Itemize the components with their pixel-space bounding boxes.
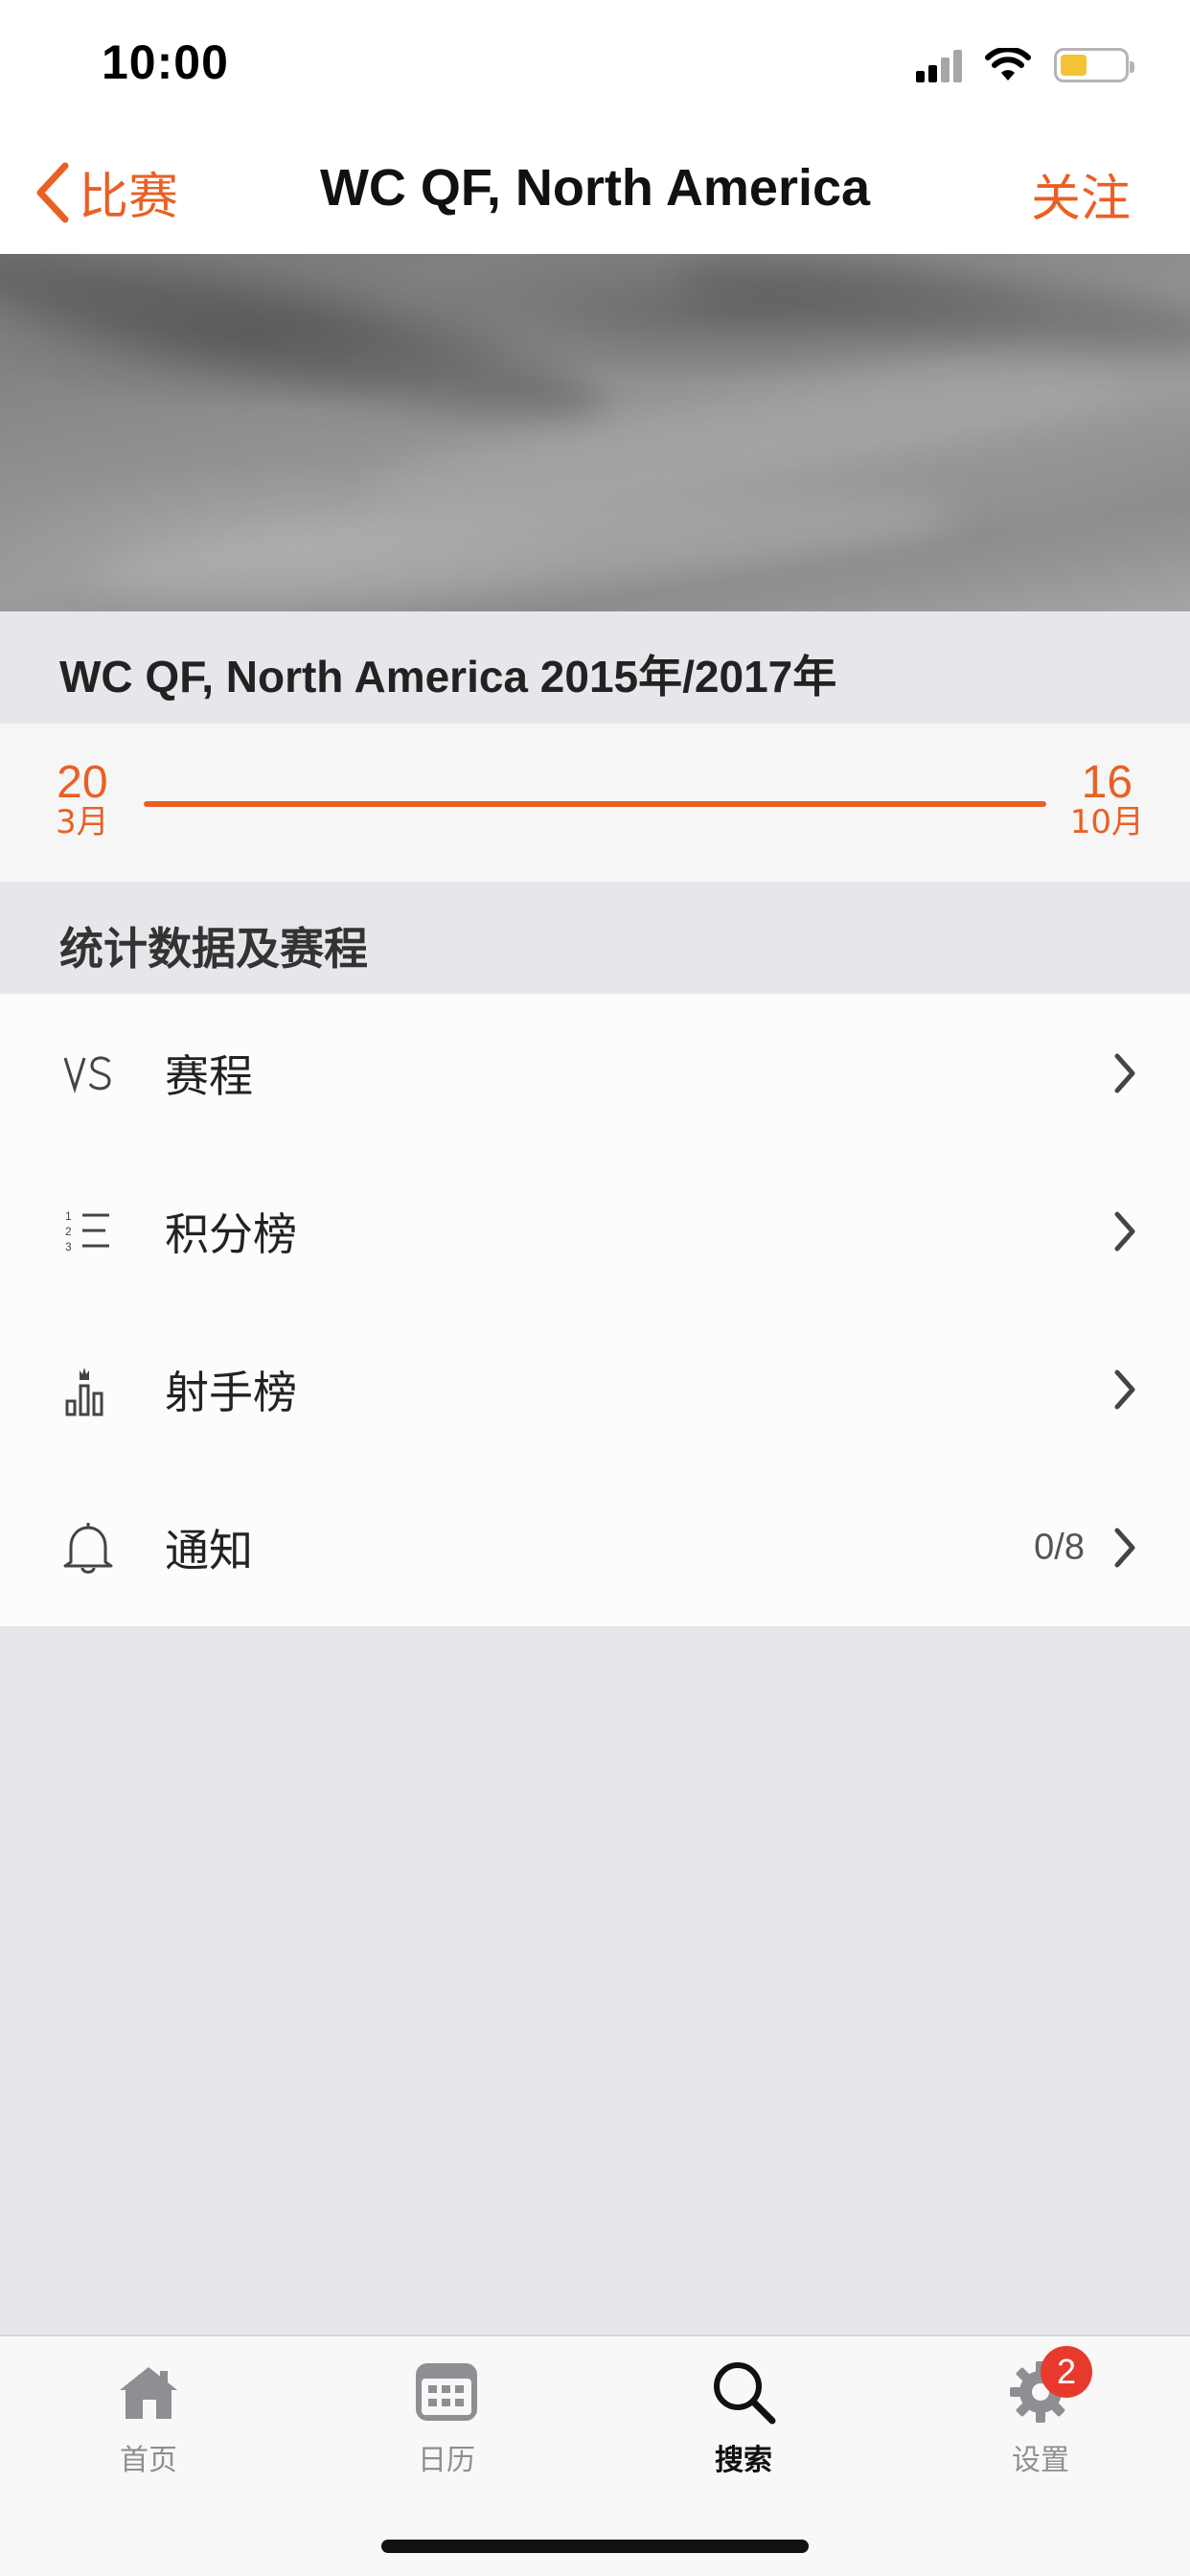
chevron-right-icon bbox=[1114, 1053, 1135, 1092]
cellular-signal-icon bbox=[916, 48, 962, 82]
svg-text:2: 2 bbox=[65, 1225, 72, 1238]
back-button-label: 比赛 bbox=[79, 169, 179, 226]
menu-item-standings[interactable]: 1 2 3 积分榜 bbox=[0, 1152, 1190, 1310]
bar-chart-crown-icon bbox=[57, 1359, 119, 1420]
season-start-day: 20 bbox=[57, 757, 108, 808]
home-icon bbox=[114, 2358, 183, 2426]
screen: 10:00 比赛 WC QF, North America 关注 WC QF, … bbox=[0, 0, 1190, 2576]
season-progress-line bbox=[144, 801, 1046, 807]
tab-home[interactable]: 首页 bbox=[53, 2358, 244, 2478]
tab-label: 搜索 bbox=[715, 2444, 772, 2477]
tab-label: 日历 bbox=[418, 2444, 475, 2477]
tab-label: 首页 bbox=[120, 2444, 177, 2477]
competition-header: WC QF, North America 2015年/2017年 bbox=[0, 611, 1190, 724]
stats-menu-list: 赛程 1 2 3 积分榜 射手榜 通知 0/8 bbox=[0, 994, 1190, 1626]
bell-icon bbox=[57, 1517, 119, 1578]
calendar-icon bbox=[412, 2358, 481, 2426]
season-start-month: 3月 bbox=[56, 803, 109, 841]
search-icon bbox=[709, 2358, 778, 2426]
gear-icon: 2 bbox=[1006, 2346, 1092, 2426]
section-title: 统计数据及赛程 bbox=[59, 923, 368, 975]
home-indicator bbox=[381, 2540, 809, 2553]
battery-icon bbox=[1054, 48, 1134, 82]
follow-button[interactable]: 关注 bbox=[1031, 158, 1131, 230]
chevron-left-icon bbox=[36, 162, 69, 222]
tab-settings[interactable]: 2 设置 bbox=[945, 2346, 1136, 2478]
menu-item-label: 赛程 bbox=[165, 1049, 253, 1102]
chevron-right-icon bbox=[1114, 1528, 1135, 1567]
menu-item-top-scorers[interactable]: 射手榜 bbox=[0, 1310, 1190, 1468]
season-end-date: 16 10月 bbox=[1069, 757, 1144, 841]
competition-title: WC QF, North America 2015年/2017年 bbox=[59, 652, 837, 702]
svg-text:1: 1 bbox=[65, 1209, 72, 1223]
status-time: 10:00 bbox=[102, 35, 229, 89]
notification-count: 0/8 bbox=[1034, 1527, 1085, 1567]
menu-item-notifications[interactable]: 通知 0/8 bbox=[0, 1468, 1190, 1626]
back-button[interactable]: 比赛 bbox=[34, 156, 178, 228]
tab-bar: 首页 日历 搜索 2 设置 bbox=[0, 2334, 1190, 2576]
svg-text:3: 3 bbox=[65, 1240, 72, 1254]
ranked-list-icon: 1 2 3 bbox=[57, 1201, 119, 1262]
tab-search[interactable]: 搜索 bbox=[648, 2358, 839, 2478]
navigation-bar: 比赛 WC QF, North America 关注 bbox=[0, 129, 1190, 254]
settings-badge: 2 bbox=[1041, 2346, 1092, 2398]
vs-icon bbox=[57, 1043, 119, 1104]
chevron-right-icon bbox=[1114, 1211, 1135, 1251]
status-bar: 10:00 bbox=[0, 0, 1190, 129]
menu-item-label: 积分榜 bbox=[165, 1208, 297, 1260]
season-timeline: 20 3月 16 10月 bbox=[0, 724, 1190, 882]
menu-item-label: 通知 bbox=[165, 1524, 253, 1576]
season-start-date: 20 3月 bbox=[56, 757, 109, 841]
page-title: WC QF, North America bbox=[319, 159, 871, 217]
season-end-month: 10月 bbox=[1069, 803, 1144, 841]
status-icons bbox=[916, 42, 1134, 88]
section-header: 统计数据及赛程 bbox=[0, 882, 1190, 994]
menu-item-label: 射手榜 bbox=[165, 1366, 297, 1418]
competition-banner-image bbox=[0, 254, 1190, 611]
tab-calendar[interactable]: 日历 bbox=[351, 2358, 542, 2478]
menu-item-fixtures[interactable]: 赛程 bbox=[0, 994, 1190, 1152]
tab-label: 设置 bbox=[1012, 2444, 1069, 2477]
chevron-right-icon bbox=[1114, 1369, 1135, 1409]
season-end-day: 16 bbox=[1081, 757, 1133, 808]
wifi-icon bbox=[985, 48, 1031, 80]
